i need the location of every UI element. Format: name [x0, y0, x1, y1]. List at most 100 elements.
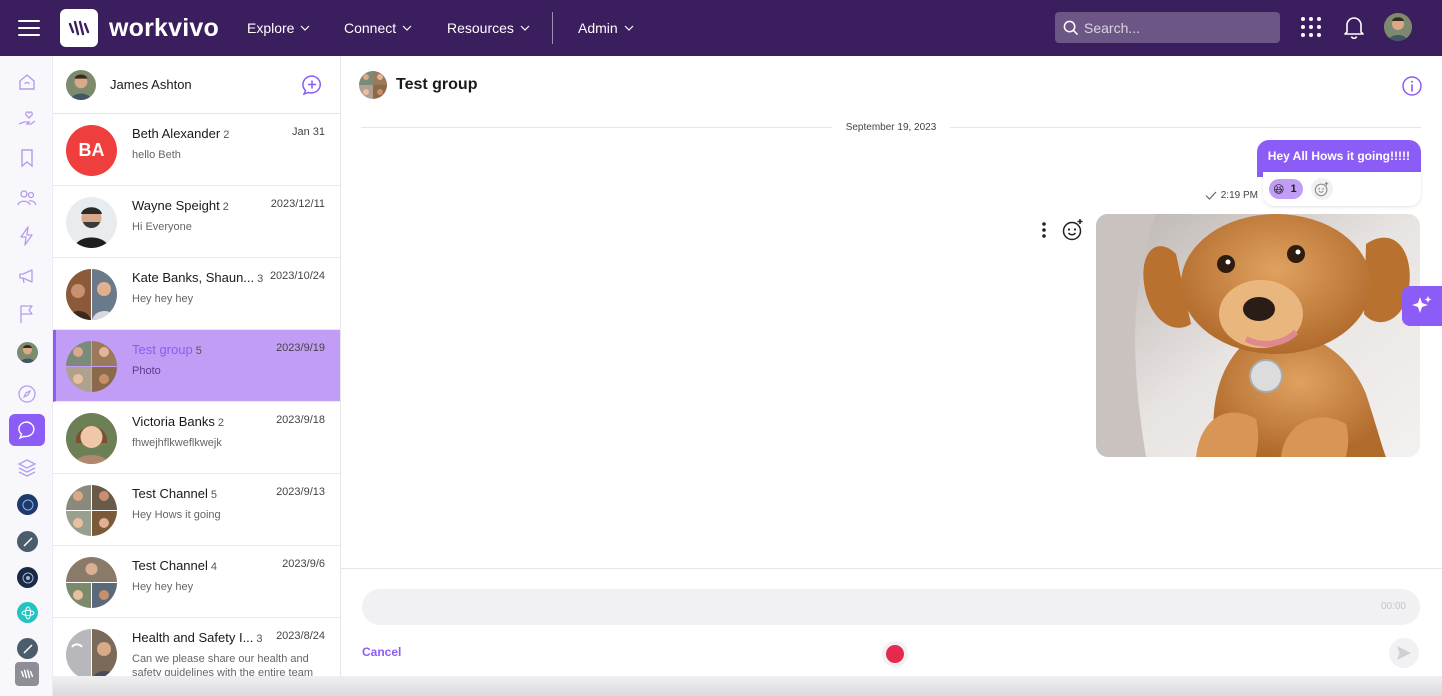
- conversation-name: Victoria Banks 2: [132, 414, 224, 429]
- conversation-avatar: [66, 341, 117, 392]
- conversation-item-victoria-banks[interactable]: Victoria Banks 2 2023/9/18 fhwejhflkweflk…: [53, 402, 340, 474]
- nav-admin[interactable]: Admin: [578, 20, 634, 36]
- message-reactions: 😆 1: [1263, 172, 1421, 206]
- conversation-avatar: [66, 485, 117, 536]
- search-box[interactable]: [1055, 12, 1280, 43]
- megaphone-icon[interactable]: [15, 264, 39, 288]
- send-icon: [1397, 646, 1411, 660]
- conversation-name: Test group 5: [132, 342, 202, 357]
- chevron-down-icon: [301, 25, 310, 31]
- member-count: 5: [210, 489, 218, 501]
- add-reaction-icon[interactable]: [1061, 218, 1085, 247]
- notifications-bell-icon[interactable]: [1341, 14, 1367, 40]
- workvivo-logo[interactable]: [15, 662, 39, 686]
- reaction-count: 1: [1290, 183, 1297, 195]
- conversation-item-beth-alexander[interactable]: BA Beth Alexander 2 Jan 31 hello Beth: [53, 114, 340, 186]
- user-profile-avatar[interactable]: [1384, 13, 1412, 41]
- conversation-item-health-and-safety[interactable]: Health and Safety I... 3 2023/8/24 Can we…: [53, 618, 340, 676]
- apps-grid-icon[interactable]: [1298, 14, 1324, 40]
- member-count: 3: [257, 273, 264, 285]
- bottom-scroll-strip: [53, 676, 1442, 696]
- hamburger-menu-icon[interactable]: [0, 0, 58, 56]
- nav-resources[interactable]: Resources: [447, 20, 530, 36]
- flag-icon[interactable]: [15, 302, 39, 326]
- search-input[interactable]: [1084, 19, 1264, 36]
- bookmark-icon[interactable]: [15, 146, 39, 170]
- conversation-date: 2023/8/24: [276, 630, 325, 642]
- chat-title: Test group: [396, 76, 478, 93]
- conversation-preview: Hey Hows it going: [132, 509, 221, 521]
- space-avatar-2[interactable]: [17, 531, 38, 552]
- people-icon[interactable]: [15, 186, 39, 210]
- message-time: 2:19 PM: [1205, 190, 1258, 201]
- hand-heart-icon[interactable]: [15, 108, 39, 132]
- conversation-avatar: [66, 413, 117, 464]
- cancel-recording-button[interactable]: Cancel: [362, 645, 401, 659]
- conversation-name: Wayne Speight 2: [132, 198, 229, 213]
- conversation-avatar: BA: [66, 125, 117, 176]
- conversation-item-kate-banks-shaun[interactable]: Kate Banks, Shaun... 3 2023/10/24 Hey hey…: [53, 258, 340, 330]
- current-user-avatar[interactable]: [66, 69, 96, 100]
- chat-group-avatar[interactable]: [359, 71, 387, 99]
- conversation-name: Test Channel 4: [132, 558, 218, 573]
- left-rail: [0, 56, 53, 696]
- user-avatar[interactable]: [17, 342, 38, 363]
- nav-connect[interactable]: Connect: [344, 20, 412, 36]
- avatar-initials: BA: [78, 140, 105, 160]
- conversation-date: 2023/9/18: [276, 414, 325, 426]
- send-button[interactable]: [1389, 638, 1419, 668]
- new-chat-button[interactable]: [301, 74, 323, 96]
- conversation-list-header: James Ashton: [53, 56, 340, 114]
- reaction-chip[interactable]: 😆 1: [1269, 179, 1303, 199]
- compass-icon[interactable]: [15, 382, 39, 406]
- space-avatar-3[interactable]: [17, 567, 38, 588]
- conversation-preview: Photo: [132, 365, 161, 377]
- space-avatar-1[interactable]: [17, 494, 38, 515]
- conversation-avatar: [66, 197, 117, 248]
- chat-icon[interactable]: [15, 418, 39, 442]
- conversation-item-test-group[interactable]: Test group 5 2023/9/19 Photo: [53, 330, 340, 402]
- info-icon: [1402, 76, 1422, 96]
- conversation-item-test-channel-2[interactable]: Test Channel 4 2023/9/6 Hey hey hey: [53, 546, 340, 618]
- member-count: 2: [223, 129, 230, 141]
- message-photo-puppy[interactable]: [1096, 214, 1420, 457]
- conversation-name: Kate Banks, Shaun... 3: [132, 270, 264, 285]
- conversation-name: Beth Alexander 2: [132, 126, 230, 141]
- member-count: 2: [222, 201, 229, 213]
- conversation-avatar: [66, 269, 117, 320]
- message-actions: [1041, 218, 1085, 247]
- record-dot-icon: [886, 645, 904, 663]
- ai-assistant-button[interactable]: [1402, 286, 1442, 326]
- nav-explore[interactable]: Explore: [247, 20, 310, 36]
- conversation-name: Health and Safety I... 3: [132, 630, 263, 645]
- record-button[interactable]: [882, 641, 908, 667]
- chevron-down-icon: [624, 25, 634, 31]
- date-separator-text: September 19, 2023: [845, 121, 937, 133]
- chat-header: Test group: [341, 56, 1442, 114]
- conversation-list: James Ashton BA Beth Alexander 2 Jan 31 h…: [53, 56, 341, 676]
- conversation-preview: hello Beth: [132, 149, 181, 161]
- bolt-icon[interactable]: [15, 224, 39, 248]
- conversation-item-wayne-speight[interactable]: Wayne Speight 2 2023/12/11 Hi Everyone: [53, 186, 340, 258]
- conversation-date: 2023/9/6: [282, 558, 325, 570]
- member-count: 5: [195, 345, 202, 357]
- add-reaction-icon: [1314, 181, 1328, 197]
- conversation-avatar: [66, 629, 117, 676]
- conversation-preview: Can we please share our health and safet…: [132, 653, 313, 676]
- search-icon: [1063, 20, 1078, 35]
- member-count: 4: [210, 561, 218, 573]
- home-icon[interactable]: [15, 70, 39, 94]
- chat-info-button[interactable]: [1401, 75, 1423, 97]
- space-avatar-4[interactable]: [17, 602, 38, 623]
- brand-name: workvivo: [109, 13, 219, 42]
- conversation-item-test-channel-1[interactable]: Test Channel 5 2023/9/13 Hey Hows it goin…: [53, 474, 340, 546]
- workvivo-logo-icon[interactable]: [60, 9, 98, 47]
- layers-icon[interactable]: [15, 456, 39, 480]
- conversation-date: Jan 31: [291, 126, 325, 138]
- add-reaction-button[interactable]: [1310, 178, 1333, 200]
- current-user-name: James Ashton: [110, 77, 192, 92]
- conversation-preview: Hi Everyone: [132, 221, 192, 233]
- more-options-icon[interactable]: [1041, 221, 1047, 244]
- member-count: 2: [217, 417, 224, 429]
- space-avatar-5[interactable]: [17, 638, 38, 659]
